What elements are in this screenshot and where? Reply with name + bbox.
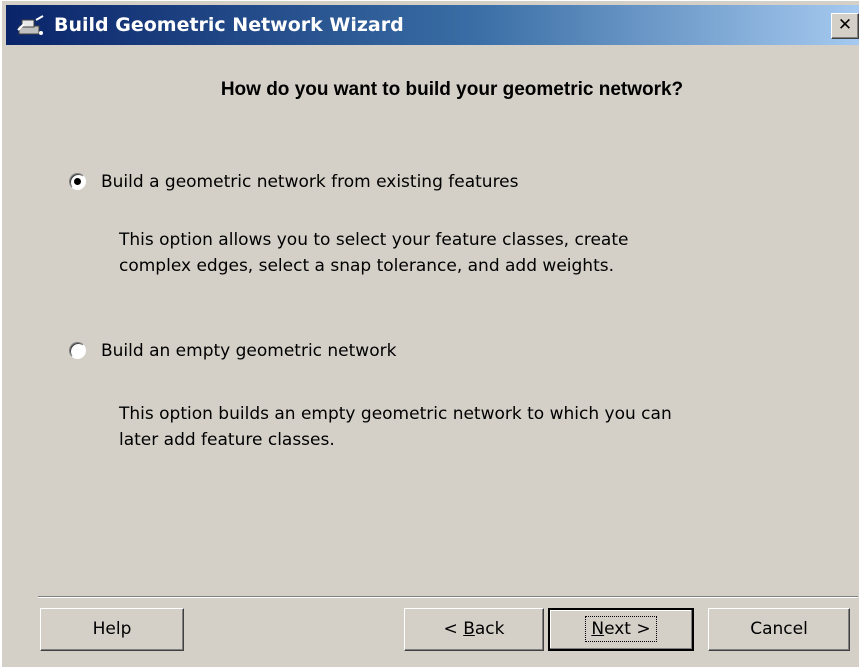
description-line: complex edges, select a snap tolerance, …	[119, 256, 615, 276]
next-button-mnemonic: N	[591, 619, 605, 639]
network-wizard-icon	[17, 15, 44, 35]
window-title: Build Geometric Network Wizard	[54, 14, 404, 36]
option-existing-features-label[interactable]: Build a geometric network from existing …	[101, 172, 519, 192]
wizard-dialog: Build Geometric Network Wizard ✕ How do …	[0, 0, 859, 667]
back-button-mnemonic: B	[463, 619, 475, 639]
back-button[interactable]: < Back	[404, 608, 544, 651]
option-existing-features-description: This option allows you to select your fe…	[119, 227, 759, 279]
option-empty-network-label[interactable]: Build an empty geometric network	[101, 341, 396, 361]
cancel-button[interactable]: Cancel	[708, 608, 850, 651]
title-bar[interactable]: Build Geometric Network Wizard ✕	[6, 5, 859, 45]
description-line: This option builds an empty geometric ne…	[119, 404, 672, 424]
back-button-label-rest: ack	[474, 619, 505, 639]
description-line: later add feature classes.	[119, 430, 335, 450]
option-empty-network-description: This option builds an empty geometric ne…	[119, 401, 759, 453]
radio-selected-dot	[74, 178, 81, 185]
next-button[interactable]: Next >	[548, 608, 694, 651]
focus-ring: Next >	[585, 616, 657, 642]
close-button[interactable]: ✕	[831, 13, 859, 39]
page-heading: How do you want to build your geometric …	[220, 79, 684, 100]
help-button[interactable]: Help	[40, 608, 184, 651]
description-line: This option allows you to select your fe…	[119, 230, 629, 250]
back-button-prefix: <	[443, 619, 464, 639]
radio-empty-network[interactable]	[69, 342, 86, 359]
radio-existing-features[interactable]	[69, 173, 86, 190]
button-separator	[38, 596, 858, 598]
next-button-label-rest: ext >	[604, 619, 651, 639]
